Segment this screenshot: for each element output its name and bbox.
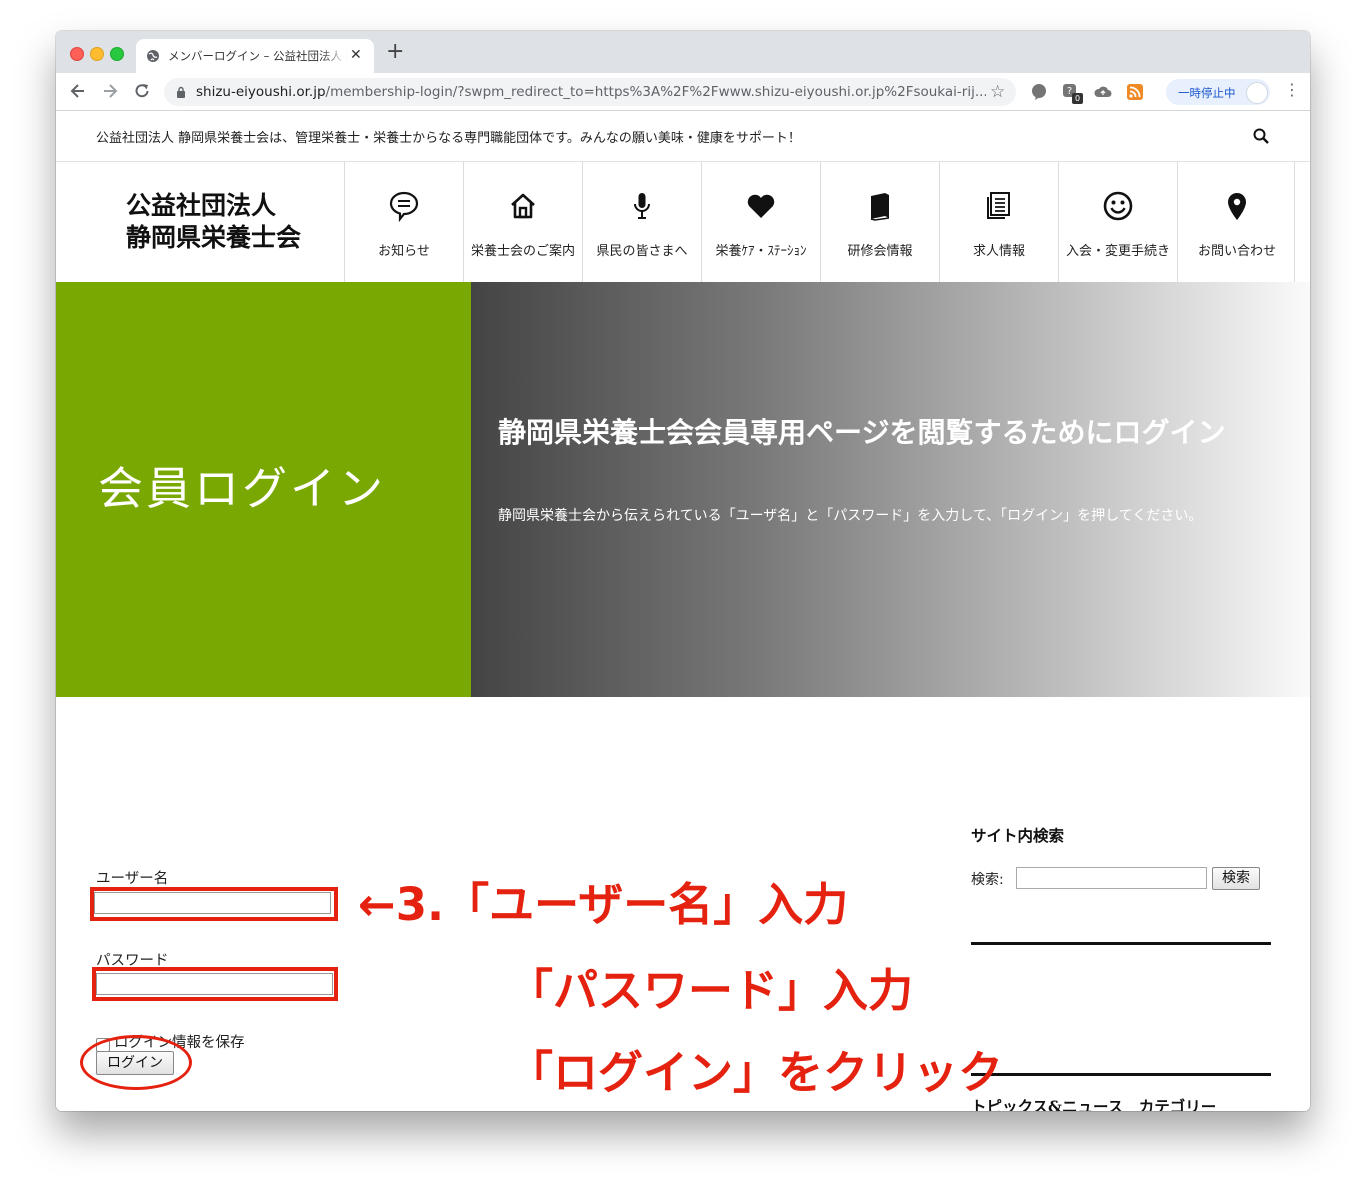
browser-toolbar: shizu-eiyoushi.or.jp/membership-login/?s… (56, 73, 1310, 111)
globe-icon (147, 50, 159, 62)
nav-label: 栄養ｹｱ・ｽﾃｰｼｮﾝ (715, 244, 807, 259)
login-highlight-ellipse (80, 1035, 192, 1090)
url-host: shizu-eiyoushi.or.jp (196, 84, 326, 100)
document-icon (987, 192, 1010, 219)
site-header: 公益社団法人 静岡県栄養士会 お知らせ 栄養士会のご案内 県民の皆さまへ 栄養ｹ… (56, 162, 1310, 282)
extension-badge: 0 (1072, 93, 1083, 104)
minimize-window-button[interactable] (90, 47, 104, 61)
cloud-upload-icon[interactable] (1094, 83, 1112, 101)
annotation-step3-username: ←3.「ユーザー名」入力 (358, 878, 849, 931)
close-window-button[interactable] (70, 47, 84, 61)
username-highlight-box (90, 887, 338, 921)
nav-label: 研修会情報 (847, 244, 913, 259)
nav-item-membership[interactable]: 入会・変更手続き (1058, 162, 1176, 282)
site-logo[interactable]: 公益社団法人 静岡県栄養士会 (126, 190, 301, 254)
browser-tab[interactable]: メンバーログイン – 公益社団法人 静岡県栄養士会 ✕ (136, 39, 374, 73)
close-tab-icon[interactable]: ✕ (350, 47, 362, 63)
username-label: ユーザー名 (96, 871, 169, 887)
address-bar[interactable]: shizu-eiyoushi.or.jp/membership-login/?s… (164, 78, 1016, 106)
hero-description: 静岡県栄養士会から伝えられている「ユーザ名」と「パスワード」を入力して、「ログイ… (498, 508, 1203, 524)
profile-paused-label: 一時停止中 (1178, 86, 1236, 100)
logo-line-1: 公益社団法人 (126, 191, 277, 220)
back-arrow-icon[interactable] (68, 81, 88, 101)
rss-feed-icon[interactable] (1126, 83, 1144, 101)
logo-line-2: 静岡県栄養士会 (126, 223, 302, 252)
forward-arrow-icon[interactable] (100, 81, 120, 101)
home-icon (511, 193, 535, 219)
bookmark-star-icon[interactable]: ☆ (990, 82, 1005, 102)
browser-window: メンバーログイン – 公益社団法人 静岡県栄養士会 ✕ + shizu-eiyo… (56, 31, 1310, 1111)
nav-label: 栄養士会のご案内 (470, 244, 575, 259)
hero-title: 会員ログイン (98, 462, 387, 515)
book-icon (870, 193, 890, 221)
speech-bubble-icon (389, 191, 419, 222)
nav-item-about[interactable]: 栄養士会のご案内 (463, 162, 581, 282)
site-search-label: 検索: (971, 872, 1004, 888)
site-search-title: サイト内検索 (971, 826, 1065, 845)
heart-icon (747, 194, 775, 218)
site-tagline: 公益社団法人 静岡県栄養士会は、管理栄養士・栄養士からなる専門職能団体です。みん… (96, 131, 801, 146)
web-page: 公益社団法人 静岡県栄養士会は、管理栄養士・栄養士からなる専門職能団体です。みん… (56, 111, 1310, 1111)
site-topbar: 公益社団法人 静岡県栄養士会は、管理栄養士・栄養士からなる専門職能団体です。みん… (56, 111, 1310, 162)
tab-title: メンバーログイン – 公益社団法人 静岡県栄養士会 (168, 49, 348, 63)
microphone-icon (634, 193, 650, 219)
profile-paused-button[interactable]: 一時停止中 (1166, 79, 1270, 105)
tab-strip: メンバーログイン – 公益社団法人 静岡県栄養士会 ✕ + (56, 31, 1310, 73)
nav-label: お知らせ (378, 244, 430, 259)
sidebar-divider (971, 1073, 1271, 1076)
smiley-icon (1103, 191, 1133, 221)
nav-label: 求人情報 (972, 244, 1025, 259)
nav-item-jobs[interactable]: 求人情報 (939, 162, 1057, 282)
hero-description-panel: 静岡県栄養士会会員専用ページを閲覧するためにログイン 静岡県栄養士会から伝えられ… (471, 282, 1310, 697)
nav-item-news[interactable]: お知らせ (344, 162, 462, 282)
reload-icon[interactable] (132, 81, 152, 101)
site-search-button[interactable]: 検索 (1212, 867, 1260, 890)
nav-item-care-station[interactable]: 栄養ｹｱ・ｽﾃｰｼｮﾝ (701, 162, 819, 282)
url-text: shizu-eiyoushi.or.jp/membership-login/?s… (196, 84, 986, 100)
annotation-click-login: 「ログイン」をクリック (508, 1046, 1004, 1099)
annotation-password: 「パスワード」入力 (508, 964, 914, 1017)
nav-label: 県民の皆さまへ (596, 244, 688, 259)
site-search-input[interactable] (1016, 867, 1207, 889)
new-tab-button[interactable]: + (386, 41, 404, 63)
password-highlight-box (92, 967, 338, 1001)
browser-menu-icon[interactable]: ⋮ (1284, 81, 1300, 99)
map-pin-icon (1228, 193, 1246, 220)
url-path: /membership-login/?swpm_redirect_to=http… (325, 84, 986, 100)
lock-icon (177, 86, 185, 98)
nav-item-contact[interactable]: お問い合わせ (1177, 162, 1295, 282)
sidebar-divider (971, 942, 1271, 945)
hero-heading: 静岡県栄養士会会員専用ページを閲覧するためにログイン (498, 416, 1226, 449)
nav-item-citizens[interactable]: 県民の皆さまへ (582, 162, 700, 282)
topics-category-title: トピックス&ニュース カテゴリー (971, 1097, 1217, 1111)
profile-avatar-icon (1246, 82, 1268, 104)
hero-title-panel: 会員ログイン (56, 282, 471, 697)
search-icon[interactable] (1252, 127, 1270, 145)
nav-label: お問い合わせ (1197, 244, 1276, 259)
nav-label: 入会・変更手続き (1065, 244, 1170, 259)
nav-item-seminars[interactable]: 研修会情報 (820, 162, 938, 282)
maximize-window-button[interactable] (110, 47, 124, 61)
extension-bubble-icon[interactable] (1030, 83, 1048, 101)
